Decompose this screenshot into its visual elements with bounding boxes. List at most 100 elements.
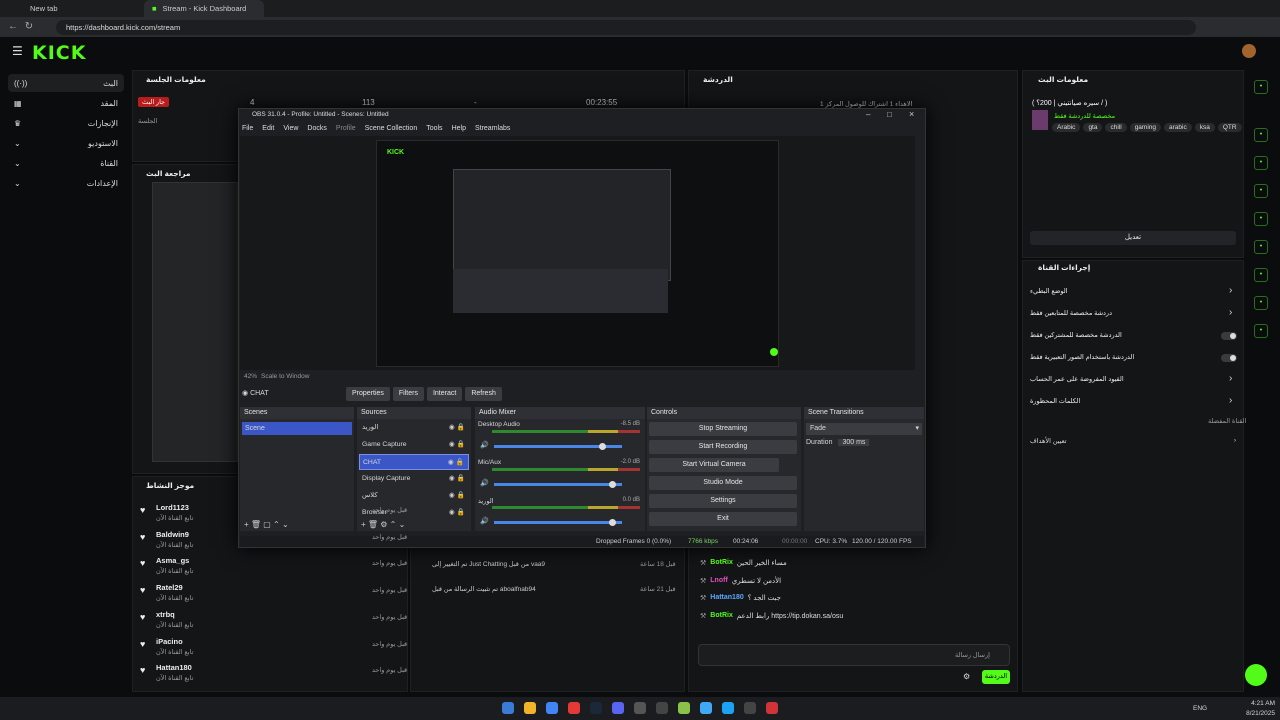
edit-stream-button[interactable]: تعديل [1030,231,1236,245]
clock-time[interactable]: 4:21 AM [1245,700,1275,707]
mod-icon[interactable]: ⚒ [700,612,706,620]
activity-username[interactable]: xtrbq [156,610,175,619]
chat-username[interactable]: Lnoff [710,577,728,585]
visibility-lock-icon[interactable]: ◉ 🔒 [449,471,465,487]
control-button[interactable]: Start Virtual Camera [649,458,779,472]
source-item[interactable]: CHAT ◉ 🔒 [359,454,469,470]
list-icon[interactable]: • [1254,212,1268,226]
source-item[interactable]: Game Capture ◉ 🔒 [359,437,469,453]
activity-username[interactable]: Lord1123 [156,503,189,512]
source-item[interactable]: كلاس ◉ 🔒 [359,488,469,504]
volume-knob[interactable] [609,481,617,488]
chat-username[interactable]: BotRix [710,612,733,620]
zoom-level[interactable]: 42% [244,373,257,380]
tag-chip[interactable]: QTR [1217,123,1242,132]
activity-username[interactable]: Baldwin9 [156,530,189,539]
taskbar-app-icon[interactable] [656,702,668,714]
obs-canvas[interactable]: KICK [376,140,779,367]
obs-menu-item[interactable]: File [242,125,253,132]
volume-knob[interactable] [609,519,617,526]
chevron-right-icon[interactable]: › [1229,373,1232,384]
mod-icon[interactable]: ⚒ [700,577,706,585]
gear-icon[interactable]: ⚙ [963,672,970,681]
visibility-lock-icon[interactable]: ◉ 🔒 [449,420,465,436]
activity-username[interactable]: iPacino [156,637,183,646]
obs-menu-item[interactable]: Edit [262,125,274,132]
speaker-icon[interactable]: 🔊 [480,441,489,449]
nav-item-settings[interactable]: ⌄ الإعدادات [8,174,124,192]
bolt-icon[interactable]: • [1254,184,1268,198]
tag-chip[interactable]: Arabic [1052,123,1081,132]
chevron-right-icon[interactable]: › [1229,307,1232,318]
volume-slider[interactable] [494,443,622,450]
obs-toolbar-button[interactable]: Filters [392,387,424,401]
obs-menu-item[interactable]: Scene Collection [365,125,418,132]
visibility-lock-icon[interactable]: ◉ 🔒 [448,455,464,469]
volume-slider[interactable] [494,519,622,526]
volume-knob[interactable] [598,443,606,450]
volume-slider[interactable] [494,481,622,488]
tag-chip[interactable]: ksa [1194,123,1215,132]
menu-icon[interactable]: ☰ [12,44,23,58]
toggle-switch[interactable] [1221,332,1237,340]
activity-username[interactable]: Hattan180 [156,663,192,672]
obs-menu-item[interactable]: Docks [307,125,326,132]
obs-toolbar-button[interactable]: Interact [426,387,463,401]
taskbar-app-icon[interactable] [612,702,624,714]
chat-icon[interactable]: • [1254,240,1268,254]
obs-menu-item[interactable]: View [283,125,298,132]
scene-item[interactable]: Scene [242,422,352,435]
nav-item-stream[interactable]: ((·)) البث [8,74,124,92]
taskbar-app-icon[interactable] [766,702,778,714]
scale-mode[interactable]: Scale to Window [261,373,309,380]
tag-chip[interactable]: chill [1105,123,1127,132]
add-source-icon[interactable]: + 🗑 ⚙ ⌃ ⌄ [361,520,405,529]
nav-item-channel[interactable]: ⌄ القناة [8,154,124,172]
taskbar-app-icon[interactable] [634,702,646,714]
duration-input[interactable]: 300 ms [838,439,870,446]
browser-tab-new[interactable]: New tab [22,0,142,17]
taskbar-app-icon[interactable] [568,702,580,714]
back-icon[interactable]: ← [6,19,20,34]
chevron-right-icon[interactable]: › [1229,395,1232,406]
source-item[interactable]: الوريد ◉ 🔒 [359,420,469,436]
visibility-lock-icon[interactable]: ◉ 🔒 [449,437,465,453]
nav-item-studio[interactable]: ⌄ الاستوديو [8,134,124,152]
chat-username[interactable]: Hattan180 [710,594,743,602]
activity-username[interactable]: Asma_gs [156,556,189,565]
taskbar-app-icon[interactable] [744,702,756,714]
minimize-icon[interactable]: – [866,110,870,119]
set-goals-item[interactable]: › تعيين الأهداف [1030,437,1236,445]
visibility-lock-icon[interactable]: ◉ 🔒 [449,505,465,521]
speaker-icon[interactable]: 🔊 [480,517,489,525]
broadcast-icon[interactable]: • [1254,268,1268,282]
support-chat-button[interactable] [1245,664,1267,686]
browser-tab-kick[interactable]: ■ Stream - Kick Dashboard [144,0,264,17]
obs-menu-item[interactable]: Streamlabs [475,125,510,132]
taskbar-app-icon[interactable] [722,702,734,714]
source-item[interactable]: Display Capture ◉ 🔒 [359,471,469,487]
nav-item-achievements[interactable]: ♛ الإنجازات [8,114,124,132]
taskbar-app-icon[interactable] [502,702,514,714]
control-button[interactable]: Stop Streaming [649,422,797,436]
taskbar-app-icon[interactable] [700,702,712,714]
control-button[interactable]: Exit [649,512,797,526]
tag-chip[interactable]: arabic [1164,123,1192,132]
taskbar-app-icon[interactable] [524,702,536,714]
obs-menu-item[interactable]: Help [452,125,466,132]
chevron-right-icon[interactable]: › [1229,285,1232,296]
obs-menu-item[interactable]: Tools [426,125,442,132]
control-button[interactable]: Start Recording [649,440,797,454]
eye-icon[interactable]: • [1254,80,1268,94]
tag-chip[interactable]: gta [1083,123,1103,132]
clock-date[interactable]: 8/21/2025 [1240,710,1275,717]
address-bar[interactable]: https://dashboard.kick.com/stream [56,20,1196,35]
language-indicator[interactable]: ENG [1193,705,1207,712]
close-icon[interactable]: × [909,109,914,119]
taskbar-app-icon[interactable] [678,702,690,714]
maximize-icon[interactable]: □ [887,110,892,119]
control-button[interactable]: Settings [649,494,797,508]
control-button[interactable]: Studio Mode [649,476,797,490]
taskbar-app-icon[interactable] [546,702,558,714]
mod-icon[interactable]: ⚒ [700,559,706,567]
